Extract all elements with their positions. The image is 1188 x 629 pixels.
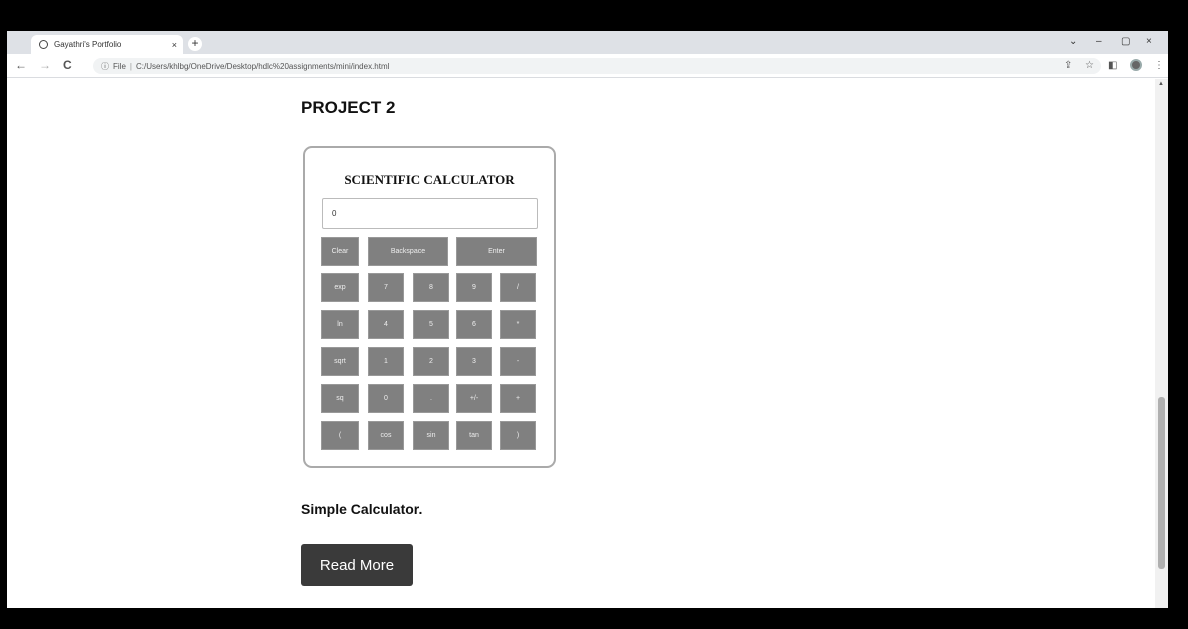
screen: Gayathri's Portfolio × + ⌄ – ▢ × ← → C ⓘ… (0, 0, 1188, 629)
sidebar-icon[interactable]: ◧ (1108, 60, 1117, 71)
calc-key[interactable]: 0 (368, 384, 404, 413)
calculator-card: SCIENTIFIC CALCULATOR 0 Clear Backspace En… (303, 146, 556, 468)
project-heading: PROJECT 2 (301, 98, 396, 117)
new-tab-button[interactable]: + (188, 37, 202, 51)
calc-key[interactable]: Backspace (368, 237, 448, 266)
back-icon[interactable]: ← (15, 58, 27, 72)
address-separator: | (129, 61, 132, 71)
share-icon[interactable]: ⇪ (1064, 60, 1072, 71)
calc-key[interactable]: sq (321, 384, 359, 413)
read-more-button[interactable]: Read More (301, 544, 413, 586)
star-icon[interactable]: ☆ (1085, 60, 1094, 71)
address-url: C:/Users/khlbg/OneDrive/Desktop/hdlc%20a… (135, 61, 390, 71)
calc-key[interactable]: 2 (413, 347, 449, 376)
tab-close-icon[interactable]: × (172, 40, 177, 50)
menu-icon[interactable]: ⋮ (1154, 60, 1164, 71)
calc-key[interactable]: / (500, 273, 536, 302)
calc-key[interactable]: * (500, 310, 536, 339)
calc-key[interactable]: Clear (321, 237, 359, 266)
scrollbar[interactable]: ▲ (1155, 79, 1168, 608)
browser-toolbar: ← → C ⓘ File | C:/Users/khlbg/OneDrive/D… (7, 54, 1168, 78)
reload-icon[interactable]: C (63, 58, 72, 72)
calc-key[interactable]: sqrt (321, 347, 359, 376)
profile-icon[interactable] (1130, 59, 1142, 71)
tab-portfolio[interactable]: Gayathri's Portfolio × (31, 35, 183, 54)
calc-key[interactable]: ( (321, 421, 359, 450)
globe-icon (39, 40, 48, 49)
forward-icon[interactable]: → (39, 58, 51, 72)
info-icon[interactable]: ⓘ (101, 61, 109, 72)
browser-window: Gayathri's Portfolio × + ⌄ – ▢ × ← → C ⓘ… (7, 31, 1168, 608)
calc-key[interactable]: Enter (456, 237, 537, 266)
calc-key[interactable]: cos (368, 421, 404, 450)
tab-strip: Gayathri's Portfolio × + ⌄ – ▢ × (7, 31, 1168, 54)
calc-key[interactable]: + (500, 384, 536, 413)
calc-key[interactable]: 3 (456, 347, 492, 376)
calc-key[interactable]: sin (413, 421, 449, 450)
address-bar[interactable]: ⓘ File | C:/Users/khlbg/OneDrive/Desktop… (93, 58, 1101, 74)
calc-key[interactable]: . (413, 384, 449, 413)
calc-key[interactable]: 7 (368, 273, 404, 302)
calc-key[interactable]: 8 (413, 273, 449, 302)
calc-key[interactable]: ln (321, 310, 359, 339)
scroll-up-icon[interactable]: ▲ (1158, 81, 1164, 87)
calc-key[interactable]: - (500, 347, 536, 376)
calc-key[interactable]: tan (456, 421, 492, 450)
calc-key[interactable]: 5 (413, 310, 449, 339)
calc-key[interactable]: ) (500, 421, 536, 450)
calculator-title: SCIENTIFIC CALCULATOR (344, 172, 515, 187)
restore-icon[interactable]: ▢ (1121, 36, 1130, 47)
calc-key[interactable]: 6 (456, 310, 492, 339)
calc-key[interactable]: 1 (368, 347, 404, 376)
calc-key[interactable]: exp (321, 273, 359, 302)
tab-title: Gayathri's Portfolio (54, 40, 122, 49)
calculator-display[interactable]: 0 (322, 198, 538, 229)
calc-key[interactable]: 9 (456, 273, 492, 302)
calc-key[interactable]: +/- (456, 384, 492, 413)
calc-key[interactable]: 4 (368, 310, 404, 339)
scheme-label: File (113, 61, 126, 71)
close-window-icon[interactable]: × (1146, 36, 1152, 47)
scrollbar-thumb[interactable] (1158, 397, 1165, 569)
tab-search-icon[interactable]: ⌄ (1069, 36, 1077, 47)
minimize-icon[interactable]: – (1096, 36, 1102, 47)
project-caption: Simple Calculator. (301, 501, 423, 517)
page-viewport: PROJECT 2 SCIENTIFIC CALCULATOR 0 Clear B… (7, 79, 1155, 608)
